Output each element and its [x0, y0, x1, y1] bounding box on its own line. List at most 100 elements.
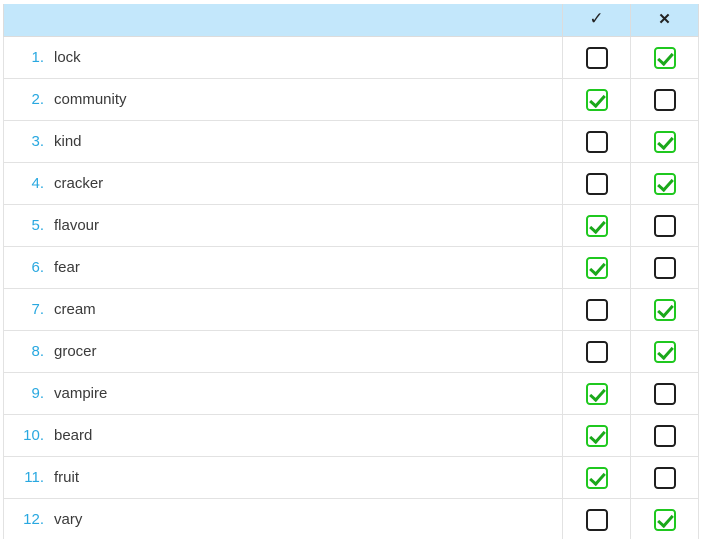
- table-row: 2. community: [3, 78, 699, 121]
- no-cell[interactable]: [630, 498, 699, 539]
- table-row: 8. grocer: [3, 330, 699, 373]
- checkbox-no-unchecked[interactable]: [653, 256, 676, 279]
- word-wrapper: 5. flavour: [4, 217, 562, 235]
- yes-cell[interactable]: [562, 498, 631, 539]
- checkbox-yes-checked[interactable]: [585, 88, 608, 111]
- checkbox-no-checked[interactable]: [653, 172, 676, 195]
- row-number: 12.: [23, 510, 44, 528]
- checkbox-yes-unchecked[interactable]: [585, 46, 608, 69]
- checkbox-yes-checked[interactable]: [585, 424, 608, 447]
- word-checklist-page: ✓ ✕ 1. lock 2. community 3. kind 4. cracker 5. fl…: [0, 0, 701, 539]
- checkbox-yes-unchecked[interactable]: [585, 130, 608, 153]
- table-row: 1. lock: [3, 36, 699, 79]
- row-number: 3.: [31, 132, 44, 150]
- checkbox-yes-checked[interactable]: [585, 256, 608, 279]
- checkbox-no-checked[interactable]: [653, 508, 676, 531]
- word-cell: 12. vary: [3, 498, 563, 539]
- table-header: ✓ ✕: [3, 4, 699, 37]
- no-cell[interactable]: [630, 78, 699, 121]
- yes-cell[interactable]: [562, 36, 631, 79]
- column-header-yes[interactable]: ✓: [562, 4, 631, 37]
- yes-cell[interactable]: [562, 204, 631, 247]
- checkbox-yes-unchecked[interactable]: [585, 172, 608, 195]
- word-cell: 2. community: [3, 78, 563, 121]
- column-header-word: [3, 4, 563, 37]
- no-cell[interactable]: [630, 330, 699, 373]
- checkbox-yes-checked[interactable]: [585, 466, 608, 489]
- row-number: 6.: [31, 258, 44, 276]
- word-cell: 9. vampire: [3, 372, 563, 415]
- checkbox-yes-checked[interactable]: [585, 382, 608, 405]
- table-row: 7. cream: [3, 288, 699, 331]
- checkbox-no-unchecked[interactable]: [653, 424, 676, 447]
- checkbox-no-checked[interactable]: [653, 46, 676, 69]
- word-cell: 7. cream: [3, 288, 563, 331]
- row-word: kind: [54, 132, 82, 150]
- no-cell[interactable]: [630, 414, 699, 457]
- row-word: community: [54, 90, 127, 108]
- yes-cell[interactable]: [562, 372, 631, 415]
- row-word: beard: [54, 426, 93, 444]
- row-number: 8.: [31, 342, 44, 360]
- word-wrapper: 11. fruit: [4, 469, 562, 487]
- checkbox-no-unchecked[interactable]: [653, 382, 676, 405]
- row-number: 9.: [31, 384, 44, 402]
- table-row: 12. vary: [3, 498, 699, 539]
- yes-cell[interactable]: [562, 78, 631, 121]
- checkbox-yes-unchecked[interactable]: [585, 340, 608, 363]
- word-wrapper: 7. cream: [4, 301, 562, 319]
- table-row: 10. beard: [3, 414, 699, 457]
- word-wrapper: 4. cracker: [4, 175, 562, 193]
- check-mark-icon: ✓: [589, 9, 604, 28]
- word-wrapper: 10. beard: [4, 427, 562, 445]
- table-row: 6. fear: [3, 246, 699, 289]
- word-wrapper: 12. vary: [4, 511, 562, 529]
- word-cell: 3. kind: [3, 120, 563, 163]
- checkbox-no-checked[interactable]: [653, 340, 676, 363]
- yes-cell[interactable]: [562, 330, 631, 373]
- word-cell: 10. beard: [3, 414, 563, 457]
- no-cell[interactable]: [630, 36, 699, 79]
- no-cell[interactable]: [630, 288, 699, 331]
- word-cell: 8. grocer: [3, 330, 563, 373]
- table-row: 11. fruit: [3, 456, 699, 499]
- word-cell: 1. lock: [3, 36, 563, 79]
- word-checklist-table: ✓ ✕ 1. lock 2. community 3. kind 4. cracker 5. fl…: [3, 4, 699, 539]
- word-wrapper: 9. vampire: [4, 385, 562, 403]
- yes-cell[interactable]: [562, 120, 631, 163]
- row-word: fruit: [54, 468, 80, 486]
- row-number: 2.: [31, 90, 44, 108]
- row-word: vary: [54, 510, 83, 528]
- row-word: cracker: [54, 174, 104, 192]
- table-row: 5. flavour: [3, 204, 699, 247]
- column-header-no[interactable]: ✕: [630, 4, 699, 37]
- checkbox-no-checked[interactable]: [653, 130, 676, 153]
- no-cell[interactable]: [630, 456, 699, 499]
- no-cell[interactable]: [630, 204, 699, 247]
- word-wrapper: 6. fear: [4, 259, 562, 277]
- checkbox-no-unchecked[interactable]: [653, 214, 676, 237]
- no-cell[interactable]: [630, 120, 699, 163]
- yes-cell[interactable]: [562, 246, 631, 289]
- no-cell[interactable]: [630, 372, 699, 415]
- table-row: 9. vampire: [3, 372, 699, 415]
- table-header-row: ✓ ✕: [3, 4, 699, 37]
- row-number: 11.: [24, 468, 44, 486]
- yes-cell[interactable]: [562, 456, 631, 499]
- row-word: vampire: [54, 384, 108, 402]
- yes-cell[interactable]: [562, 162, 631, 205]
- checkbox-no-unchecked[interactable]: [653, 88, 676, 111]
- checkbox-yes-checked[interactable]: [585, 214, 608, 237]
- checkbox-yes-unchecked[interactable]: [585, 508, 608, 531]
- row-word: lock: [54, 48, 81, 66]
- row-number: 7.: [31, 300, 44, 318]
- yes-cell[interactable]: [562, 414, 631, 457]
- yes-cell[interactable]: [562, 288, 631, 331]
- checkbox-no-checked[interactable]: [653, 298, 676, 321]
- row-word: fear: [54, 258, 80, 276]
- checkbox-no-unchecked[interactable]: [653, 466, 676, 489]
- no-cell[interactable]: [630, 246, 699, 289]
- no-cell[interactable]: [630, 162, 699, 205]
- word-wrapper: 3. kind: [4, 133, 562, 151]
- checkbox-yes-unchecked[interactable]: [585, 298, 608, 321]
